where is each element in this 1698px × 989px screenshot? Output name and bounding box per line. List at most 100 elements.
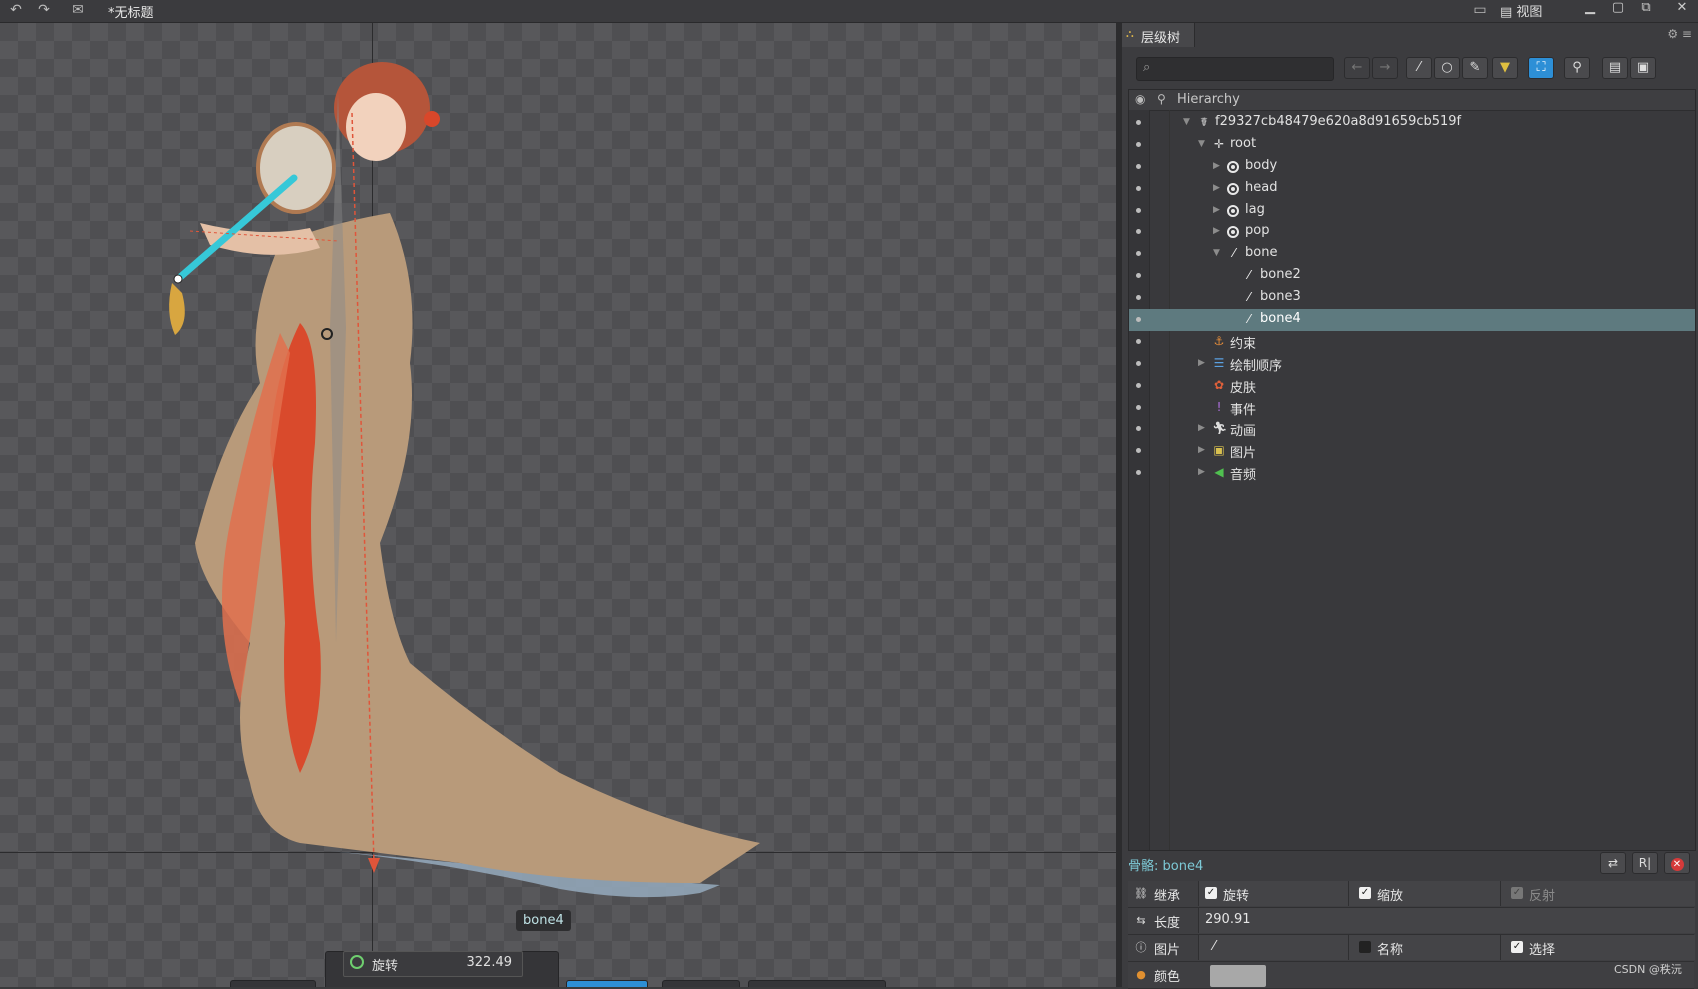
panel-settings-icon[interactable]: ⚙ ≡: [1667, 27, 1692, 41]
images-bone-cell[interactable]: ⁄: [1198, 935, 1349, 960]
redo-icon[interactable]: ↷: [34, 1, 54, 19]
visibility-dot[interactable]: [1136, 163, 1141, 169]
tree-row[interactable]: ▶ ☰ 绘制顺序: [1129, 353, 1695, 375]
expand-all-button[interactable]: ▣: [1630, 57, 1656, 79]
minimize-icon[interactable]: ▁: [1578, 0, 1602, 18]
expand-arrow-icon[interactable]: ▼: [1213, 246, 1223, 260]
tree-row[interactable]: ⁄ bone3: [1129, 287, 1695, 309]
visibility-dot[interactable]: [1136, 360, 1141, 366]
visibility-dot[interactable]: [1136, 251, 1141, 257]
visibility-dot[interactable]: [1136, 382, 1141, 388]
tree-item-label: bone: [1245, 245, 1278, 261]
color-swatch[interactable]: [1210, 965, 1266, 987]
tree-row[interactable]: ! 事件: [1129, 397, 1695, 419]
inherit-reflect-checkbox[interactable]: ✓: [1511, 887, 1523, 899]
tree-row[interactable]: ▼ ⁄ bone: [1129, 243, 1695, 265]
tree-row[interactable]: ▼ ✛ root: [1129, 134, 1695, 156]
tree-row[interactable]: ⁄ bone4: [1129, 309, 1695, 331]
view-tool-group[interactable]: [748, 980, 886, 987]
maximize-icon[interactable]: ▢: [1606, 0, 1630, 18]
view-menu-button[interactable]: ▤ 视图: [1500, 1, 1542, 20]
weights-tool-button[interactable]: [662, 980, 740, 987]
filter-button[interactable]: ▼: [1492, 57, 1518, 79]
visibility-dot[interactable]: [1136, 426, 1141, 432]
nav-forward-button[interactable]: →: [1372, 57, 1398, 79]
visibility-dot[interactable]: [1136, 207, 1141, 213]
restore-view-icon[interactable]: ▭: [1470, 1, 1490, 19]
rotate-field[interactable]: 旋转 322.49: [343, 951, 523, 977]
visibility-dot[interactable]: [1136, 404, 1141, 410]
tree-row[interactable]: ▶ pop: [1129, 221, 1695, 243]
length-value[interactable]: 290.91: [1205, 912, 1251, 927]
editor-viewport[interactable]: bone4 旋转 322.49: [0, 23, 1116, 987]
arrow-left-icon: ←: [1351, 60, 1363, 75]
character-figure[interactable]: [0, 23, 1116, 987]
delete-button[interactable]: ✕: [1664, 852, 1690, 874]
collapse-arrow-icon[interactable]: ▶: [1198, 465, 1208, 479]
visibility-dot[interactable]: [1136, 185, 1141, 191]
visibility-dot[interactable]: [1136, 229, 1141, 235]
bone4-joint[interactable]: [173, 274, 183, 284]
collapse-arrow-icon[interactable]: ▶: [1198, 356, 1208, 370]
tree-row[interactable]: ▶ ▣ 图片: [1129, 440, 1695, 462]
keying-column-icon[interactable]: ⚲: [1157, 92, 1166, 106]
select-checkbox[interactable]: ✓: [1511, 941, 1523, 953]
tree-row[interactable]: ▶ 🏃︎ 动画: [1129, 418, 1695, 440]
collapse-arrow-icon[interactable]: ▶: [1213, 181, 1223, 195]
inherit-rotate-cell[interactable]: ✓ 旋转: [1198, 881, 1349, 906]
inherit-rotate-checkbox[interactable]: ✓: [1205, 887, 1217, 899]
undo-icon[interactable]: ↶: [6, 1, 26, 19]
close-icon[interactable]: ✕: [1670, 0, 1694, 18]
tile-icon[interactable]: ⧉: [1634, 0, 1658, 18]
expand-arrow-icon[interactable]: ▼: [1198, 137, 1208, 151]
show-name-cell[interactable]: 名称: [1348, 935, 1501, 960]
tree-row[interactable]: ✿ 皮肤: [1129, 375, 1695, 397]
collapse-arrow-icon[interactable]: ▶: [1213, 224, 1223, 238]
set-parent-button[interactable]: ⇄: [1600, 852, 1626, 874]
tree-row[interactable]: ▼ ☤ f29327cb48479e620a8d91659cb519f: [1129, 112, 1695, 134]
filter-attachments-button[interactable]: ✎: [1462, 57, 1488, 79]
visibility-column-icon[interactable]: ◉: [1135, 92, 1145, 106]
filter-bones-button[interactable]: ⁄: [1406, 57, 1432, 79]
visibility-dot[interactable]: [1136, 141, 1141, 147]
length-field[interactable]: 290.91: [1198, 908, 1695, 933]
tree-row[interactable]: ▶ head: [1129, 178, 1695, 200]
visibility-dot[interactable]: [1136, 470, 1141, 476]
menu-logo-icon[interactable]: ✉: [68, 1, 88, 19]
collapse-arrow-icon[interactable]: ▶: [1213, 203, 1223, 217]
visibility-dot[interactable]: [1136, 448, 1141, 454]
inherit-scale-cell[interactable]: ✓ 缩放: [1348, 881, 1501, 906]
nav-back-button[interactable]: ←: [1344, 57, 1370, 79]
search-input[interactable]: ⌕: [1136, 57, 1334, 81]
tree-row[interactable]: ⚓ 约束: [1129, 331, 1695, 353]
visibility-dot[interactable]: [1136, 338, 1141, 344]
tree-row[interactable]: ▶ body: [1129, 156, 1695, 178]
rotate-value[interactable]: 322.49: [467, 955, 513, 970]
bone-icon: ⁄: [1247, 312, 1250, 327]
tab-hierarchy[interactable]: ⛬ 层级树: [1122, 23, 1195, 47]
inherit-scale-checkbox[interactable]: ✓: [1359, 887, 1371, 899]
tree-row[interactable]: ▶ lag: [1129, 200, 1695, 222]
select-cell[interactable]: ✓ 选择: [1500, 935, 1695, 960]
tree-row[interactable]: ⁄ bone2: [1129, 265, 1695, 287]
tree-item-label: root: [1230, 135, 1257, 151]
show-name-checkbox[interactable]: [1359, 941, 1371, 953]
visibility-dot[interactable]: [1136, 120, 1141, 125]
collapse-arrow-icon[interactable]: ▶: [1198, 421, 1208, 435]
collapse-arrow-icon[interactable]: ▶: [1198, 443, 1208, 457]
find-button[interactable]: ⚲: [1564, 57, 1590, 79]
visibility-dot[interactable]: [1136, 317, 1141, 323]
pose-tool-button[interactable]: [566, 980, 648, 987]
collapse-arrow-icon[interactable]: ▶: [1213, 159, 1223, 173]
focus-selection-button[interactable]: ⛶: [1528, 57, 1554, 79]
visibility-dot[interactable]: [1136, 273, 1141, 279]
filter-slots-button[interactable]: ○: [1434, 57, 1460, 79]
expand-arrow-icon[interactable]: ▼: [1183, 115, 1193, 129]
collapse-all-button[interactable]: ▤: [1602, 57, 1628, 79]
inherit-reflect-cell[interactable]: ✓ 反射: [1500, 881, 1695, 906]
rename-button[interactable]: R|: [1632, 852, 1658, 874]
tree-row[interactable]: ▶ ◀ 音频: [1129, 462, 1695, 484]
visibility-dot[interactable]: [1136, 295, 1141, 301]
inherit-icon: ⛓: [1134, 887, 1148, 900]
tool-group-left[interactable]: [230, 980, 316, 987]
